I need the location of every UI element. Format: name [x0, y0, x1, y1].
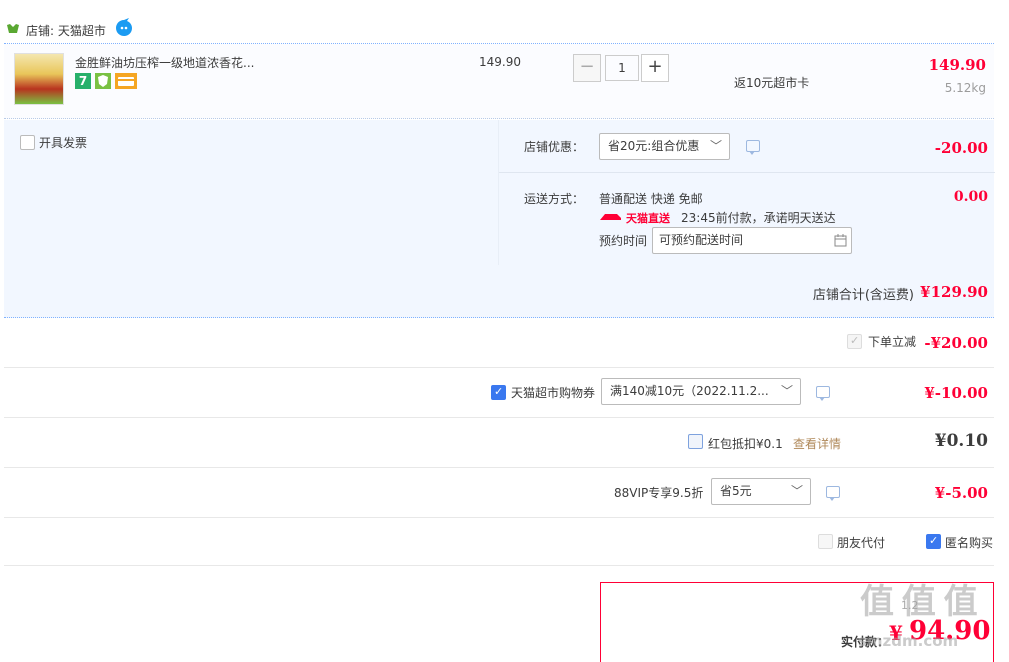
- shipping-method: 普通配送 快递 免邮: [599, 192, 703, 206]
- coupon-checkbox[interactable]: [491, 385, 506, 400]
- order-options-panel: 开具发票 店铺优惠： 省20元:组合优惠 ﹀ -20.00 运送方式： 普通配送 …: [4, 120, 995, 265]
- vip-amount: ¥-5.00: [934, 484, 988, 502]
- coupon-label: 天猫超市购物券: [511, 386, 596, 400]
- item-subtotal: 149.90: [928, 56, 986, 74]
- shop-total-row: 店铺合计(含运费) ¥129.90: [4, 265, 994, 318]
- quantity-input[interactable]: 1: [605, 55, 639, 81]
- shipping-label: 运送方式：: [524, 192, 585, 206]
- instant-discount-row: 下单立减 -¥20.00: [4, 318, 994, 368]
- supermarket-card-note: 返10元超市卡: [734, 76, 810, 90]
- instant-discount-checkbox: [847, 334, 862, 349]
- guarantee-shield-icon: [95, 73, 111, 89]
- product-thumbnail[interactable]: [14, 53, 64, 105]
- invoice-checkbox[interactable]: [20, 135, 35, 150]
- watermark-logo: 值 值 值: [860, 582, 978, 622]
- vip-label: 88VIP专享9.5折: [614, 486, 704, 500]
- delivery-truck-icon: [600, 214, 621, 220]
- chevron-down-icon: ﹀: [790, 484, 803, 498]
- shop-discount-amount: -20.00: [934, 139, 988, 157]
- shop-total-label: 店铺合计(含运费): [812, 288, 914, 303]
- redpacket-label: 红包抵扣¥0.1: [708, 437, 783, 451]
- friend-pay-label: 朋友代付: [837, 536, 886, 550]
- chevron-down-icon: ﹀: [780, 384, 793, 398]
- vip-discount-row: 88VIP专享9.5折 省5元 ﹀ ¥-5.00: [4, 468, 994, 518]
- invoice-label: 开具发票: [39, 136, 88, 150]
- instant-discount-amount: -¥20.00: [924, 334, 988, 352]
- purchase-options-row: 朋友代付 匿名购买: [4, 518, 994, 566]
- shop-header: 店铺: 天猫超市: [4, 14, 994, 44]
- shop-discount-select[interactable]: 省20元:组合优惠 ﹀: [599, 133, 730, 160]
- appointment-time-field[interactable]: 可预约配送时间: [652, 227, 852, 254]
- redpacket-amount: ¥0.10: [934, 431, 988, 451]
- appointment-label: 预约时间: [599, 234, 648, 248]
- calendar-icon: [834, 234, 847, 247]
- chevron-down-icon: ﹀: [709, 139, 722, 153]
- tmall-direct-logo: 天猫直送: [599, 210, 672, 225]
- instant-discount-label: 下单立减: [868, 335, 917, 349]
- card-pay-icon: [115, 73, 137, 89]
- anonymous-label: 匿名购买: [945, 536, 994, 550]
- divider: [499, 172, 995, 173]
- message-icon[interactable]: [816, 386, 830, 401]
- redpacket-details-link[interactable]: 查看详情: [793, 435, 841, 452]
- coupon-select[interactable]: 满140减10元（2022.11.2... ﹀: [601, 378, 801, 405]
- unit-price: 149.90: [479, 55, 521, 69]
- order-options-right: 店铺优惠： 省20元:组合优惠 ﹀ -20.00 运送方式： 普通配送 快递 免邮…: [498, 120, 995, 265]
- shop-total-amount: ¥129.90: [920, 283, 988, 301]
- item-weight: 5.12kg: [944, 81, 986, 95]
- seven-day-return-icon: 7: [75, 73, 91, 89]
- delivery-promise: 23:45前付款，承诺明天送达: [681, 211, 836, 225]
- vip-discount-select[interactable]: 省5元 ﹀: [711, 478, 811, 505]
- shop-name[interactable]: 店铺: 天猫超市: [26, 22, 106, 39]
- cart-item-row: 金胜鲜油坊压榨一级地道浓香花... 7 149.90 − 1 + 返10元超市卡…: [4, 44, 994, 119]
- redpacket-row: 红包抵扣¥0.1 查看详情 ¥0.10: [4, 418, 994, 468]
- redpacket-checkbox[interactable]: [688, 434, 703, 449]
- shop-icon: [7, 24, 19, 33]
- coupon-amount: ¥-10.00: [924, 384, 988, 402]
- watermark-url: smzdm.com: [858, 632, 959, 650]
- shipping-amount: 0.00: [953, 189, 988, 205]
- quantity-increase-button[interactable]: +: [641, 54, 669, 82]
- message-icon[interactable]: [746, 140, 760, 155]
- coupon-row: 天猫超市购物券 满140减10元（2022.11.2...﹀ ¥-10.00: [4, 368, 994, 418]
- anonymous-checkbox[interactable]: [926, 534, 941, 549]
- shop-discount-label: 店铺优惠：: [524, 140, 585, 154]
- wangwang-chat-icon[interactable]: [114, 18, 134, 38]
- message-icon[interactable]: [826, 486, 840, 501]
- quantity-decrease-button[interactable]: −: [573, 54, 601, 82]
- friend-pay-checkbox[interactable]: [818, 534, 833, 549]
- product-title-link[interactable]: 金胜鲜油坊压榨一级地道浓香花...: [75, 54, 254, 71]
